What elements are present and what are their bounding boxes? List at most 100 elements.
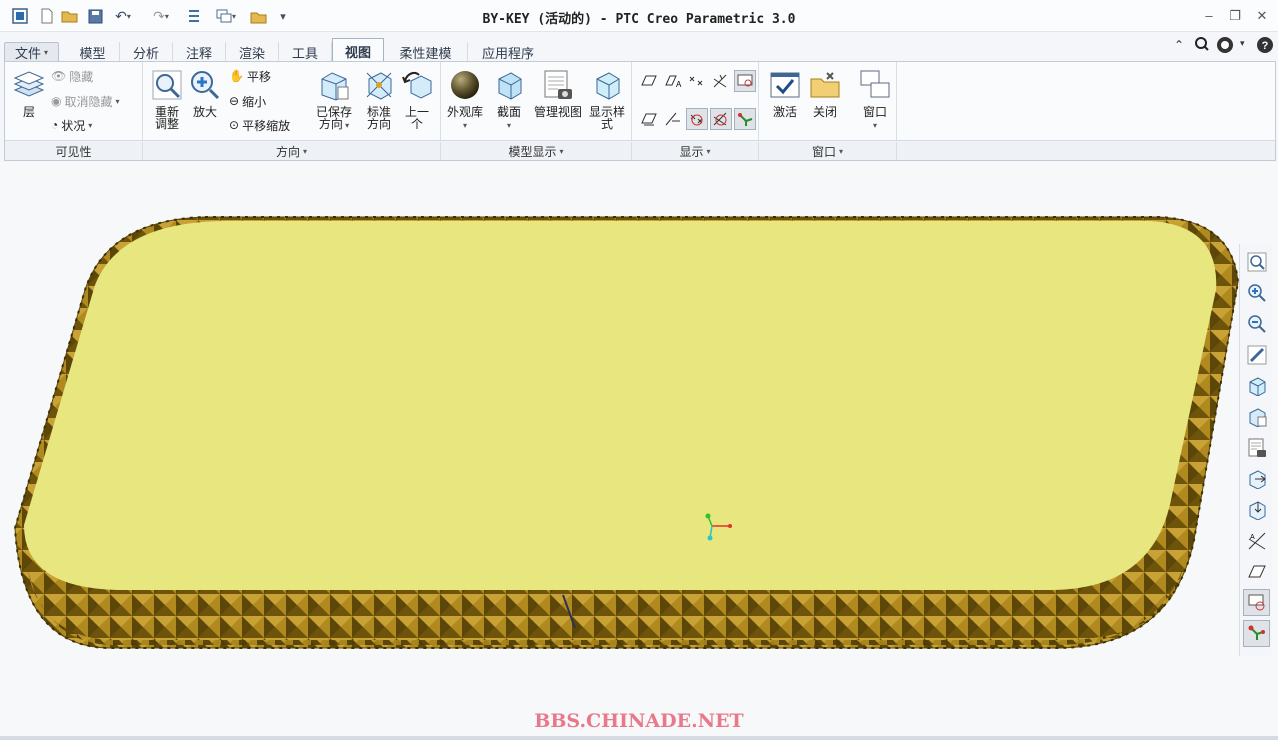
- unhide-button[interactable]: ◉ 取消隐藏 ▾: [51, 91, 120, 111]
- appearance-gallery-text: 外观库: [447, 105, 484, 119]
- section-icon: [492, 68, 526, 102]
- zoom-out-icon: ⊖: [229, 94, 240, 108]
- section-text: 截面: [496, 105, 521, 119]
- group-label-window[interactable]: 窗口 ▾: [759, 142, 897, 160]
- previous-orientation-button[interactable]: 上一个: [399, 68, 435, 130]
- svg-text:A: A: [1250, 534, 1255, 541]
- pan-button[interactable]: ✋ 平移: [229, 66, 271, 86]
- axis-display-icon[interactable]: [710, 70, 732, 92]
- activate-button[interactable]: 激活: [767, 68, 803, 118]
- group-label-orientation[interactable]: 方向 ▾: [143, 142, 441, 160]
- annotation-display-icon[interactable]: [734, 108, 756, 130]
- group-model-display: 外观库 ▾ 截面 ▾ 管理视图 显示样式: [441, 62, 632, 140]
- tab-analysis[interactable]: 分析: [120, 42, 173, 62]
- display-style-button[interactable]: 显示样式: [587, 68, 627, 130]
- tab-annotate[interactable]: 注释: [173, 42, 226, 62]
- point-display-icon[interactable]: [686, 70, 708, 92]
- svg-text:?: ?: [1262, 40, 1269, 52]
- close-window-icon: [808, 68, 842, 102]
- csys-display-icon[interactable]: [734, 70, 756, 92]
- zoom-in-icon[interactable]: [1243, 279, 1270, 306]
- display-style-icon: [590, 68, 624, 102]
- unhide-icon: ◉: [51, 94, 62, 108]
- graphics-window[interactable]: [0, 162, 1278, 736]
- section-button[interactable]: 截面 ▾: [491, 68, 527, 132]
- tab-applications[interactable]: 应用程序: [468, 42, 548, 62]
- layers-button[interactable]: 层: [11, 68, 47, 118]
- zoom-out-icon[interactable]: [1243, 310, 1270, 337]
- saved-orientations-icon: [317, 68, 351, 102]
- windows-label: 窗口 ▾: [863, 106, 887, 132]
- pan-zoom-button[interactable]: ⊙ 平移缩放: [229, 115, 290, 135]
- help-icon[interactable]: ?: [1256, 36, 1274, 57]
- search-icon[interactable]: [1194, 36, 1210, 55]
- plane-display-off-icon[interactable]: [638, 108, 660, 130]
- tab-file[interactable]: 文件 ▾: [4, 42, 59, 62]
- ribbon-tabs: 文件 ▾ 模型 分析 注释 渲染 工具 视图 柔性建模 应用程序 ⌃ ▾ ?: [0, 36, 1278, 63]
- close-window-button[interactable]: 关闭: [807, 68, 843, 118]
- group-visibility: 层 👁 隐藏 ◉ 取消隐藏 ▾ ◔ 状况 ▾: [5, 62, 143, 140]
- orient-mode-icon[interactable]: [1243, 496, 1270, 523]
- pan-icon: ✋: [229, 69, 244, 83]
- chevron-down-icon: ▾: [706, 146, 711, 156]
- refit-button[interactable]: 重新调整: [149, 68, 185, 130]
- display-style-label: 显示样式: [588, 105, 625, 131]
- axis-tag-display-icon[interactable]: [662, 108, 684, 130]
- repaint-icon[interactable]: [1243, 341, 1270, 368]
- saved-orientations-button[interactable]: 已保存方向 ▾: [313, 68, 355, 132]
- close-icon[interactable]: ✕: [1251, 6, 1273, 26]
- minimize-icon[interactable]: –: [1198, 6, 1220, 26]
- windows-button[interactable]: 窗口 ▾: [857, 68, 893, 132]
- view-manager-icon[interactable]: [1243, 434, 1270, 461]
- plane-display-icon[interactable]: [1243, 558, 1270, 585]
- zoom-in-button[interactable]: 放大: [187, 68, 223, 118]
- restore-icon[interactable]: ❐: [1224, 6, 1246, 26]
- unhide-label: 取消隐藏: [64, 94, 113, 109]
- zoom-out-button[interactable]: ⊖ 缩小: [229, 91, 266, 111]
- expand-icon[interactable]: ▾: [1240, 38, 1245, 49]
- tab-flexible-modeling[interactable]: 柔性建模: [384, 42, 468, 62]
- chevron-down-icon: ▾: [44, 47, 49, 57]
- model-top-face: [24, 221, 1217, 590]
- status-bar: [0, 736, 1278, 740]
- plane-display-icon[interactable]: [638, 70, 660, 92]
- help-center-icon[interactable]: [1216, 36, 1234, 57]
- saved-orientations-icon[interactable]: [1243, 403, 1270, 430]
- hide-button[interactable]: 👁 隐藏: [51, 66, 93, 86]
- pan-label: 平移: [246, 69, 271, 84]
- chevron-down-icon: ▾: [88, 120, 93, 130]
- standard-orientation-button[interactable]: 标准方向: [361, 68, 397, 130]
- chevron-down-icon: ▾: [303, 146, 308, 156]
- csys-tag-display-icon[interactable]: [710, 108, 732, 130]
- show-group-label: 显示: [679, 144, 704, 159]
- tab-model[interactable]: 模型: [66, 42, 120, 62]
- annotation-display-icon[interactable]: [1243, 620, 1270, 647]
- window-title: BY-KEY (活动的) - PTC Creo Parametric 3.0: [482, 12, 796, 27]
- status-button[interactable]: ◔ 状况 ▾: [51, 115, 92, 135]
- axis-display-icon[interactable]: A: [1243, 527, 1270, 554]
- windows-icon: [858, 68, 892, 102]
- refit-label: 重新调整: [154, 105, 179, 131]
- csys-display-icon[interactable]: [1243, 589, 1270, 616]
- status-icon: ◔: [51, 118, 59, 132]
- tab-view[interactable]: 视图: [332, 38, 384, 63]
- model-3d-view[interactable]: [0, 162, 1278, 736]
- refit-icon[interactable]: [1243, 248, 1270, 275]
- point-tag-display-icon[interactable]: [686, 108, 708, 130]
- tab-render[interactable]: 渲染: [226, 42, 279, 62]
- group-label-model-display[interactable]: 模型显示 ▾: [441, 142, 632, 160]
- chevron-down-icon: ▾: [559, 146, 564, 156]
- layers-icon: [12, 68, 46, 102]
- display-style-icon[interactable]: [1243, 372, 1270, 399]
- tab-tools[interactable]: 工具: [279, 42, 332, 62]
- appearance-gallery-button[interactable]: 外观库 ▾: [447, 68, 483, 132]
- zoom-out-label: 缩小: [242, 94, 267, 109]
- collapse-ribbon-icon[interactable]: ⌃: [1174, 38, 1184, 52]
- plane-tag-display-icon[interactable]: A: [662, 70, 684, 92]
- appearance-sphere-icon: [448, 68, 482, 102]
- chevron-down-icon: ▾: [872, 121, 877, 130]
- spin-center-icon[interactable]: [1243, 465, 1270, 492]
- group-label-show[interactable]: 显示 ▾: [632, 142, 759, 160]
- close-window-label: 关闭: [812, 105, 837, 119]
- manage-views-button[interactable]: 管理视图: [533, 68, 583, 118]
